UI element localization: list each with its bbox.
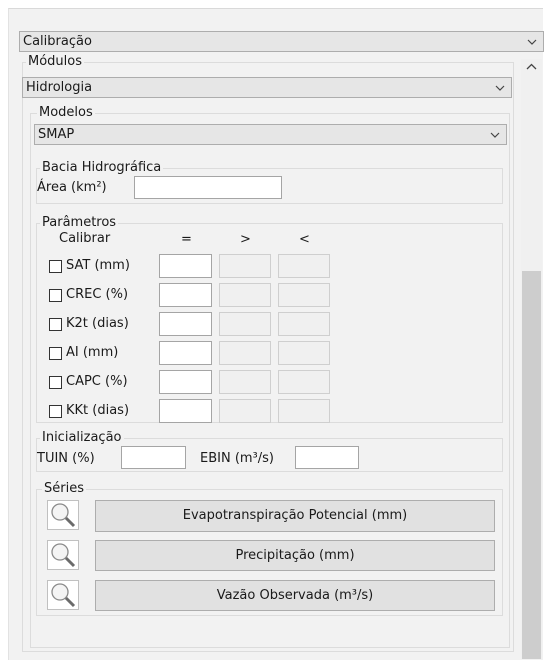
k2t-label: K2t (dias) xyxy=(66,316,129,331)
inicializacao-title: Inicialização xyxy=(40,430,124,445)
scroll-thumb[interactable] xyxy=(522,271,541,659)
kkt-label: KKt (dias) xyxy=(66,403,130,418)
crec-checkbox[interactable] xyxy=(49,289,62,302)
ai-equal-input[interactable] xyxy=(159,341,212,365)
capc-equal-input[interactable] xyxy=(159,370,212,394)
crec-greater-input[interactable] xyxy=(219,283,271,307)
k2t-checkbox[interactable] xyxy=(49,318,62,331)
k2t-less-input[interactable] xyxy=(278,312,330,336)
evapotranspiracao-label: Evapotranspiração Potencial (mm) xyxy=(182,508,408,523)
calibracao-dropdown[interactable]: Calibração xyxy=(19,31,544,52)
area-input[interactable] xyxy=(134,176,282,199)
less-header: < xyxy=(299,232,310,247)
chevron-down-icon xyxy=(527,39,537,45)
ebin-input[interactable] xyxy=(295,446,359,469)
tuin-label: TUIN (%) xyxy=(37,451,95,466)
equal-header: = xyxy=(181,232,192,247)
kkt-less-input[interactable] xyxy=(278,399,330,423)
ai-checkbox[interactable] xyxy=(49,347,62,360)
sat-equal-input[interactable] xyxy=(159,254,212,278)
modulos-selected: Hidrologia xyxy=(26,80,93,95)
modelos-selected: SMAP xyxy=(38,127,75,142)
modulos-dropdown[interactable]: Hidrologia xyxy=(22,77,512,98)
parametros-title: Parâmetros xyxy=(40,215,119,230)
k2t-greater-input[interactable] xyxy=(219,312,271,336)
calibrar-header: Calibrar xyxy=(59,231,111,246)
ai-less-input[interactable] xyxy=(278,341,330,365)
sat-less-input[interactable] xyxy=(278,254,330,278)
precipitacao-label: Precipitação (mm) xyxy=(235,548,355,563)
capc-greater-input[interactable] xyxy=(219,370,271,394)
greater-header: > xyxy=(240,232,251,247)
crec-equal-input[interactable] xyxy=(159,283,212,307)
ai-greater-input[interactable] xyxy=(219,341,271,365)
magnifier-icon[interactable] xyxy=(47,500,79,530)
kkt-greater-input[interactable] xyxy=(219,399,271,423)
series-title: Séries xyxy=(42,481,86,496)
chevron-down-icon xyxy=(495,85,505,91)
sat-greater-input[interactable] xyxy=(219,254,271,278)
kkt-checkbox[interactable] xyxy=(49,405,62,418)
sat-checkbox[interactable] xyxy=(49,260,62,273)
vertical-scrollbar[interactable] xyxy=(521,59,542,659)
modelos-dropdown[interactable]: SMAP xyxy=(34,124,507,145)
vazao-observada-label: Vazão Observada (m³/s) xyxy=(216,588,374,603)
ai-label: AI (mm) xyxy=(66,345,119,360)
crec-less-input[interactable] xyxy=(278,283,330,307)
capc-less-input[interactable] xyxy=(278,370,330,394)
area-label: Área (km²) xyxy=(37,180,107,195)
evapotranspiracao-button[interactable]: Evapotranspiração Potencial (mm) xyxy=(95,500,495,532)
modulos-title: Módulos xyxy=(26,54,84,69)
precipitacao-button[interactable]: Precipitação (mm) xyxy=(95,540,495,571)
vazao-observada-button[interactable]: Vazão Observada (m³/s) xyxy=(95,580,495,611)
ebin-label: EBIN (m³/s) xyxy=(200,451,274,466)
modelos-title: Modelos xyxy=(37,105,95,120)
bacia-title: Bacia Hidrográfica xyxy=(40,160,164,175)
calibracao-selected: Calibração xyxy=(23,34,92,49)
magnifier-icon[interactable] xyxy=(47,540,79,570)
k2t-equal-input[interactable] xyxy=(159,312,212,336)
chevron-down-icon xyxy=(490,132,500,138)
capc-checkbox[interactable] xyxy=(49,376,62,389)
magnifier-icon[interactable] xyxy=(47,580,79,610)
crec-label: CREC (%) xyxy=(66,287,129,302)
scroll-up-arrow-icon[interactable] xyxy=(526,63,537,71)
tuin-input[interactable] xyxy=(121,446,186,469)
sat-label: SAT (mm) xyxy=(66,258,130,273)
kkt-equal-input[interactable] xyxy=(159,399,212,423)
capc-label: CAPC (%) xyxy=(66,374,128,389)
